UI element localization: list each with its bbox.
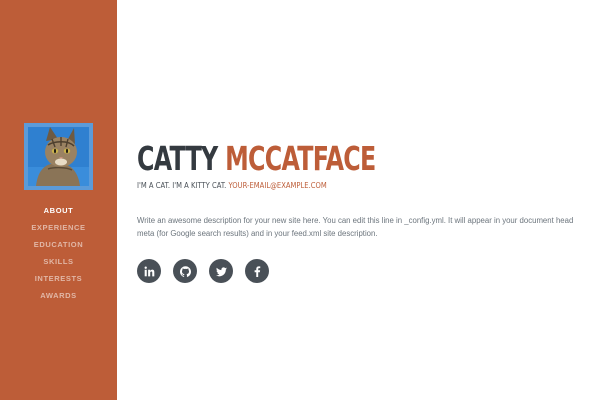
nav-menu: ABOUT EXPERIENCE EDUCATION SKILLS INTERE… xyxy=(0,200,117,302)
linkedin-button[interactable] xyxy=(137,259,161,283)
nav-experience[interactable]: EXPERIENCE xyxy=(31,221,85,235)
last-name: MCCATFACE xyxy=(225,139,376,178)
nav-about[interactable]: ABOUT xyxy=(44,204,74,218)
twitter-button[interactable] xyxy=(209,259,233,283)
facebook-icon xyxy=(254,265,260,277)
subtitle: I'M A CAT. I'M A KITTY CAT. xyxy=(137,181,227,190)
linkedin-icon xyxy=(144,266,154,276)
nav-awards[interactable]: AWARDS xyxy=(40,289,77,303)
nav-interests[interactable]: INTERESTS xyxy=(35,272,83,286)
nav-education[interactable]: EDUCATION xyxy=(34,238,83,252)
page-title: CATTY MCCATFACE xyxy=(137,139,376,178)
subheading: I'M A CAT. I'M A KITTY CAT. YOUR-EMAIL@E… xyxy=(137,181,327,191)
cat-photo xyxy=(28,127,89,186)
github-icon xyxy=(179,265,191,277)
sidebar: ABOUT EXPERIENCE EDUCATION SKILLS INTERE… xyxy=(0,0,117,400)
twitter-icon xyxy=(215,266,227,276)
avatar[interactable] xyxy=(24,123,93,190)
github-button[interactable] xyxy=(173,259,197,283)
description: Write an awesome description for your ne… xyxy=(137,216,574,238)
first-name: CATTY xyxy=(137,139,218,178)
nav-skills[interactable]: SKILLS xyxy=(43,255,73,269)
social-icons xyxy=(137,259,269,283)
email-link[interactable]: YOUR-EMAIL@EXAMPLE.COM xyxy=(228,181,326,190)
about-section: CATTY MCCATFACE I'M A CAT. I'M A KITTY C… xyxy=(137,0,587,400)
facebook-button[interactable] xyxy=(245,259,269,283)
